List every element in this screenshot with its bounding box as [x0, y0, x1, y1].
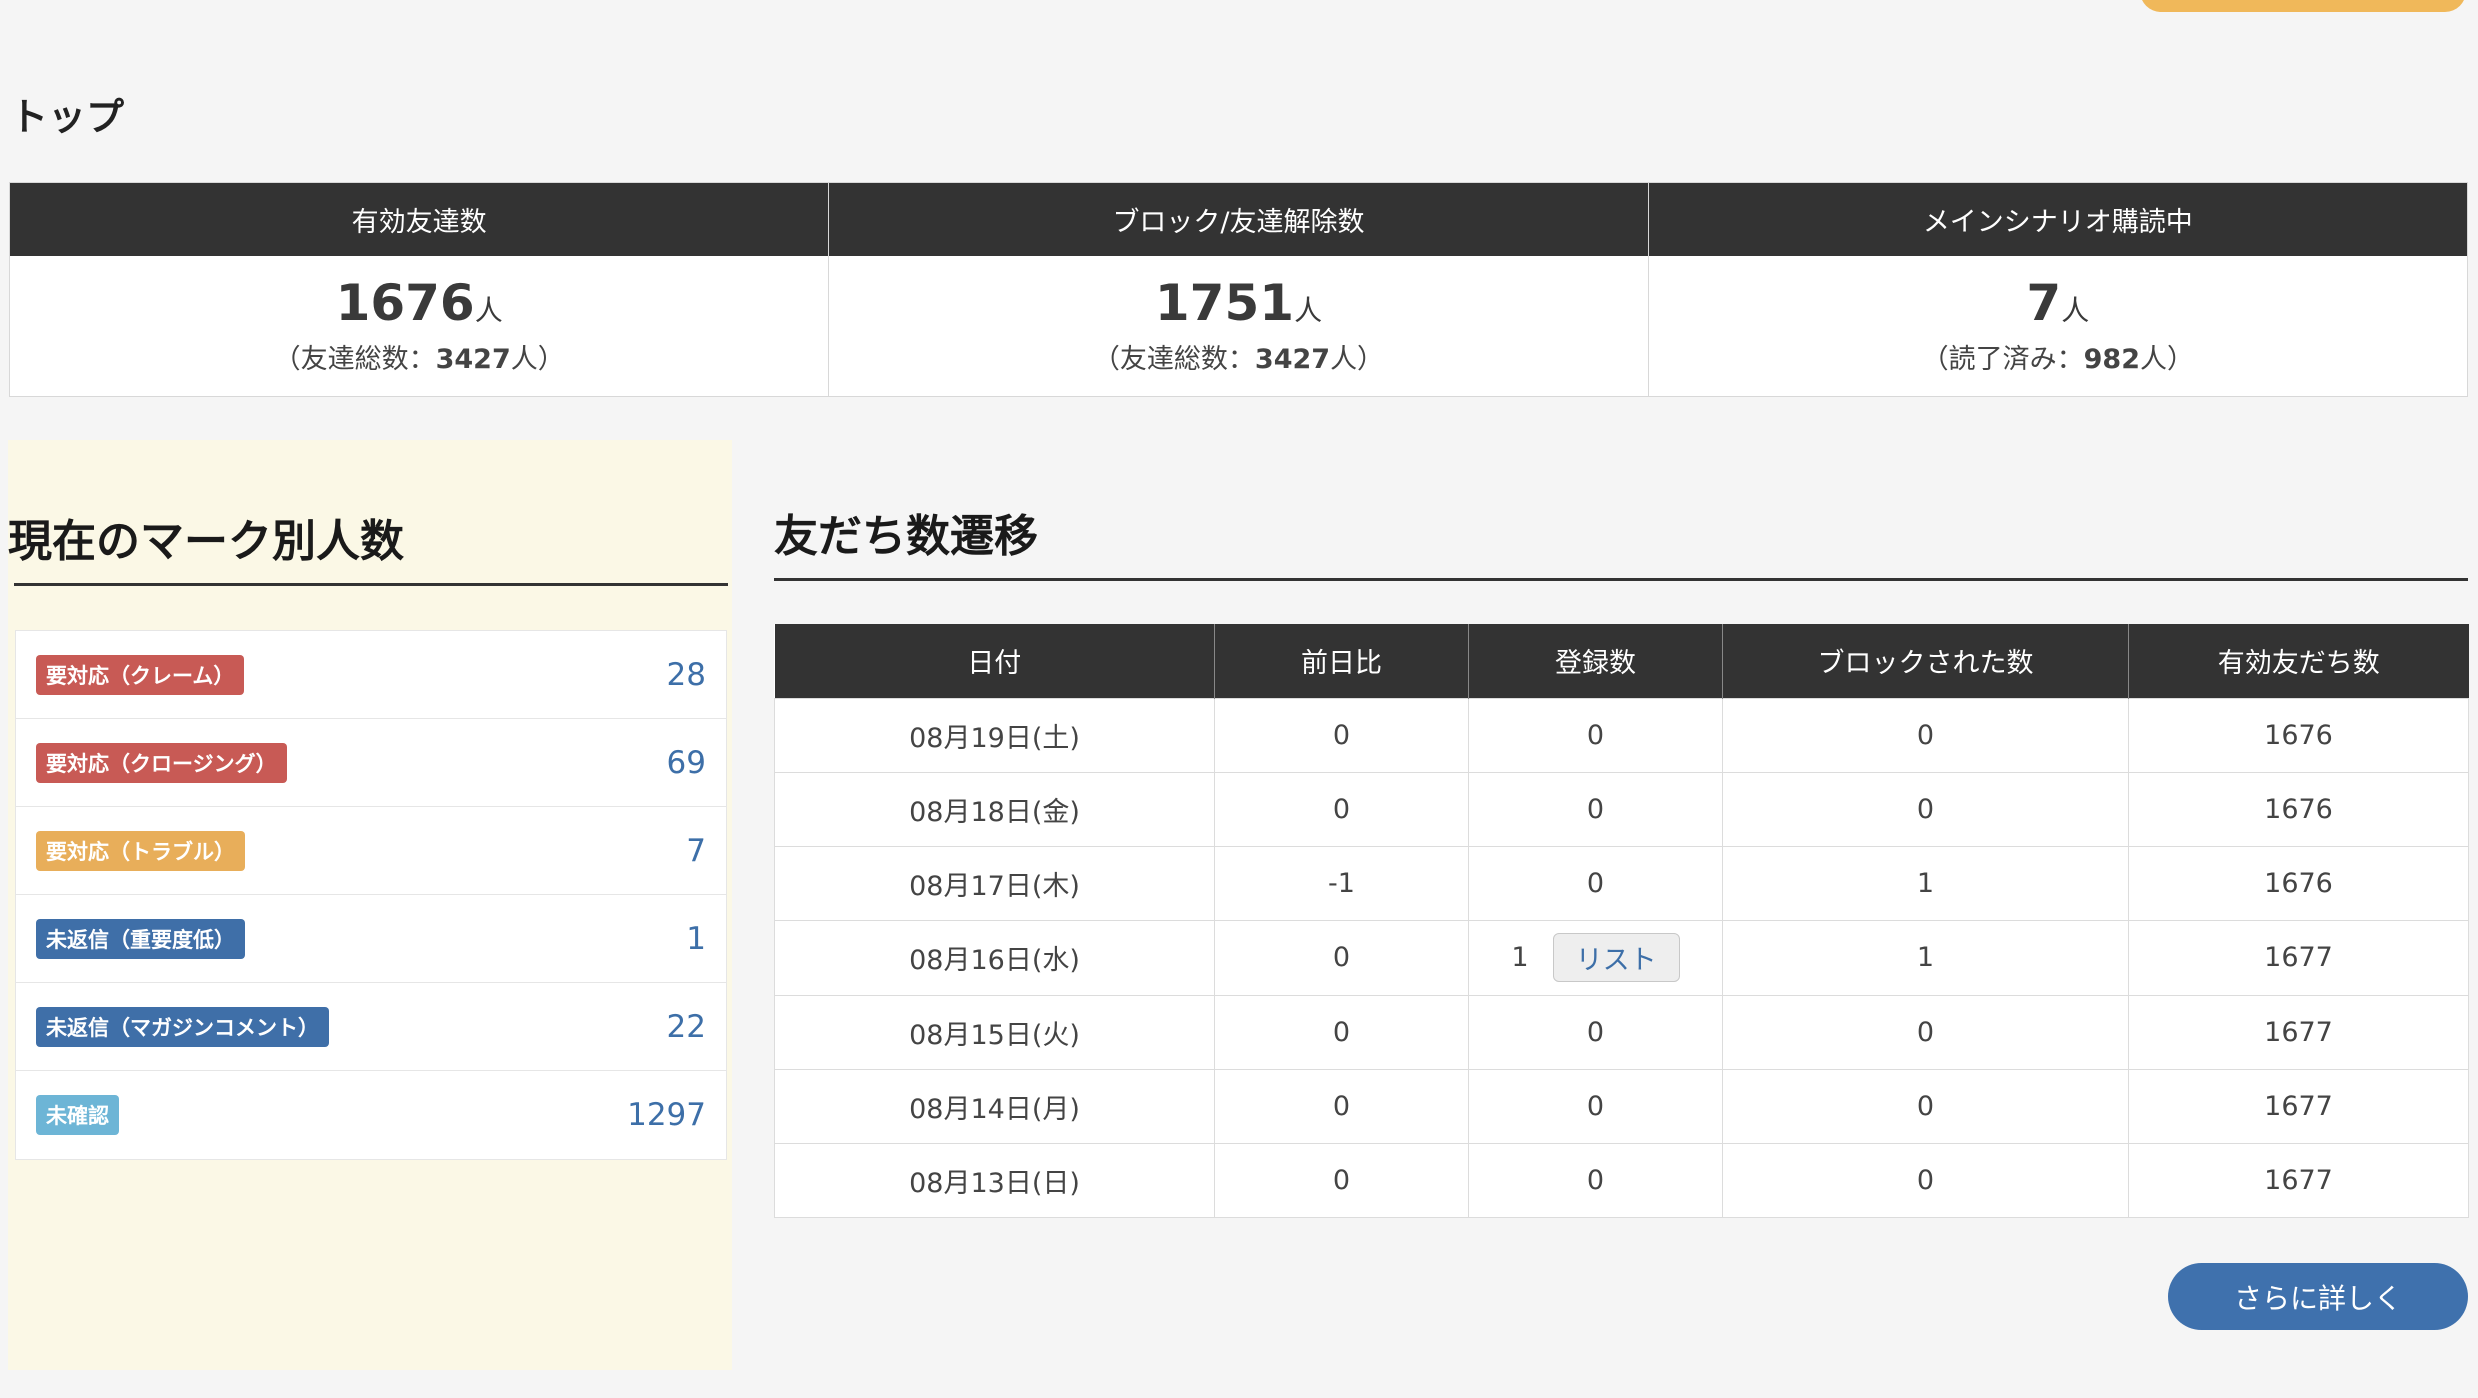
table-row: 08月18日(金) 0 0 0 1676 [774, 771, 2469, 847]
cell-date: 08月18日(金) [774, 771, 1215, 847]
cell-diff: -1 [1214, 845, 1469, 921]
summary-value: 1676人 [335, 274, 503, 332]
cell-diff: 0 [1214, 1142, 1469, 1218]
summary-sub: （読了済み：982人） [1921, 344, 2194, 375]
mark-badge: 要対応（トラブル） [36, 830, 245, 871]
column-header: ブロックされた数 [1722, 624, 2129, 698]
cell-reg: 1 リスト [1468, 919, 1723, 996]
mark-count-link[interactable]: 22 [667, 1009, 706, 1045]
cell-diff: 0 [1214, 771, 1469, 847]
table-row: 08月14日(月) 0 0 0 1677 [774, 1068, 2469, 1144]
cell-reg: 0 [1468, 1068, 1723, 1144]
cell-date: 08月17日(木) [774, 845, 1215, 921]
cell-blocked: 1 [1722, 845, 2129, 921]
cell-blocked: 0 [1722, 994, 2129, 1070]
column-header: 前日比 [1214, 624, 1469, 698]
list-item[interactable]: 要対応（クロージング） 69 [16, 719, 726, 807]
summary-blocked: ブロック/友達解除数 1751人 （友達総数：3427人） [829, 183, 1649, 396]
cell-diff: 0 [1214, 697, 1469, 773]
cell-blocked: 0 [1722, 771, 2129, 847]
cell-reg: 0 [1468, 771, 1723, 847]
cell-value: 1 [1511, 942, 1529, 973]
summary-main-scenario: メインシナリオ購読中 7人 （読了済み：982人） [1648, 183, 2467, 396]
summary-header: 有効友達数 [10, 183, 829, 256]
cell-date: 08月14日(月) [774, 1068, 1215, 1144]
cell-diff: 0 [1214, 919, 1469, 996]
list-item[interactable]: 未確認 1297 [16, 1071, 726, 1159]
cell-active: 1676 [2128, 845, 2469, 921]
list-button[interactable]: リスト [1552, 933, 1680, 982]
cell-date: 08月13日(日) [774, 1142, 1215, 1218]
column-header: 登録数 [1468, 624, 1723, 698]
cell-active: 1677 [2128, 919, 2469, 996]
summary-value: 1751人 [1154, 274, 1323, 332]
table-row: 08月17日(木) -1 0 1 1676 [774, 845, 2469, 921]
mark-count-link[interactable]: 1 [686, 921, 706, 957]
trend-section-title: 友だち数遷移 [774, 511, 1038, 562]
summary-header: メインシナリオ購読中 [1648, 183, 2467, 256]
cell-blocked: 0 [1722, 1068, 2129, 1144]
cell-blocked: 0 [1722, 697, 2129, 773]
list-item[interactable]: 未返信（重要度低） 1 [16, 895, 726, 983]
column-header: 日付 [774, 624, 1215, 698]
table-row: 08月19日(土) 0 0 0 1676 [774, 697, 2469, 773]
mark-count-link[interactable]: 28 [667, 657, 706, 693]
cell-diff: 0 [1214, 1068, 1469, 1144]
cell-diff: 0 [1214, 994, 1469, 1070]
summary-active-friends: 有効友達数 1676人 （友達総数：3427人） [10, 183, 830, 396]
cell-date: 08月19日(土) [774, 697, 1215, 773]
mark-list: 要対応（クレーム） 28 要対応（クロージング） 69 要対応（トラブル） 7 未返信（重要… [15, 630, 727, 1160]
cell-blocked: 1 [1722, 919, 2129, 996]
list-item[interactable]: 要対応（トラブル） 7 [16, 807, 726, 895]
cell-active: 1677 [2128, 1068, 2469, 1144]
divider [774, 578, 2468, 581]
more-details-button[interactable]: さらに詳しく [2168, 1263, 2468, 1330]
mark-count-link[interactable]: 7 [686, 833, 706, 869]
cell-date: 08月16日(水) [774, 919, 1215, 996]
table-row: 08月16日(水) 0 1 リスト 1 1677 [774, 919, 2469, 996]
mark-section-title: 現在のマーク別人数 [8, 516, 404, 567]
list-item[interactable]: 未返信（マガジンコメント） 22 [16, 983, 726, 1071]
mark-badge: 未返信（重要度低） [36, 918, 245, 959]
table-header-row: 日付 前日比 登録数 ブロックされた数 有効友だち数 [774, 624, 2469, 698]
table-row: 08月15日(火) 0 0 0 1677 [774, 994, 2469, 1070]
summary-sub: （友達総数：3427人） [273, 344, 565, 375]
summary-header: ブロック/友達解除数 [829, 183, 1648, 256]
summary-value: 7人 [2026, 274, 2090, 332]
mark-count-link[interactable]: 69 [667, 745, 706, 781]
mark-badge: 未確認 [36, 1095, 119, 1135]
cell-reg: 0 [1468, 994, 1723, 1070]
column-header: 有効友だち数 [2128, 624, 2469, 698]
trend-table: 日付 前日比 登録数 ブロックされた数 有効友だち数 08月19日(土) 0 0 0 1676 0… [774, 624, 2469, 1218]
cell-reg: 0 [1468, 845, 1723, 921]
table-row: 08月13日(日) 0 0 0 1677 [774, 1142, 2469, 1218]
mark-badge: 要対応（クレーム） [36, 654, 245, 695]
mark-badge: 未返信（マガジンコメント） [36, 1006, 329, 1047]
cell-date: 08月15日(火) [774, 994, 1215, 1070]
cell-active: 1676 [2128, 697, 2469, 773]
cell-active: 1677 [2128, 1142, 2469, 1218]
cell-active: 1676 [2128, 771, 2469, 847]
cell-active: 1677 [2128, 994, 2469, 1070]
divider [14, 583, 728, 586]
mark-badge: 要対応（クロージング） [36, 742, 287, 783]
cell-blocked: 0 [1722, 1142, 2129, 1218]
mark-count-link[interactable]: 1297 [627, 1097, 706, 1133]
cell-reg: 0 [1468, 697, 1723, 773]
summary-table: 有効友達数 1676人 （友達総数：3427人） ブロック/友達解除数 1751… [9, 182, 2468, 397]
page-title: トップ [10, 95, 125, 139]
summary-sub: （友達総数：3427人） [1092, 344, 1385, 375]
cell-reg: 0 [1468, 1142, 1723, 1218]
list-item[interactable]: 要対応（クレーム） 28 [16, 631, 726, 719]
top-action-button[interactable] [2140, 0, 2466, 12]
